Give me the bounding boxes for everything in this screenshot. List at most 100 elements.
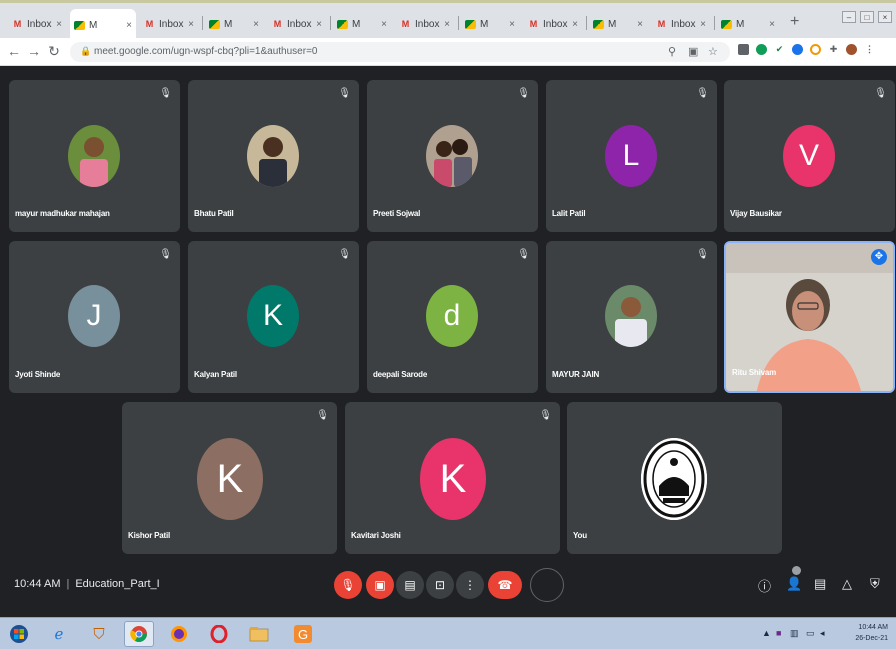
participant-avatar: d (426, 285, 478, 347)
browser-tab-active[interactable]: M × (70, 9, 136, 41)
opera-icon[interactable] (204, 621, 234, 647)
participant-tile[interactable]: 🎙︎ V Vijay Bausikar (724, 80, 895, 232)
pin-icon[interactable]: ✥ (871, 249, 887, 265)
back-icon[interactable]: ← (6, 43, 22, 59)
meeting-info: 10:44 AM | Education_Part_I (14, 578, 160, 590)
mic-toggle-button[interactable]: 🎙︎ (334, 571, 362, 599)
participant-tile[interactable]: 🎙︎ Preeti Sojwal (367, 80, 538, 232)
browser-tab[interactable]: M × (205, 11, 263, 37)
activities-icon[interactable]: △ (842, 576, 852, 592)
mic-muted-icon: 🎙︎ (159, 249, 172, 260)
close-tab-icon[interactable]: × (769, 19, 775, 30)
url-text[interactable]: meet.google.com/ugn-wspf-cbq?pli=1&authu… (94, 46, 317, 57)
close-window-icon[interactable]: × (878, 11, 892, 23)
svg-text:G: G (298, 627, 308, 642)
search-icon[interactable]: ⚲ (668, 45, 676, 58)
close-tab-icon[interactable]: × (316, 19, 322, 30)
extension-icon[interactable] (810, 44, 821, 55)
address-bar-row: ← → ↻ 🔒 meet.google.com/ugn-wspf-cbq?pli… (0, 38, 896, 66)
mic-muted-icon: 🎙︎ (338, 88, 351, 99)
participant-tile[interactable]: 🎙︎ J Jyoti Shinde (9, 241, 180, 393)
extension-icon[interactable] (756, 44, 767, 55)
browser-tab[interactable]: M × (589, 11, 647, 37)
leave-call-button[interactable]: ☎ (488, 571, 522, 599)
lock-icon[interactable]: 🔒 (80, 46, 91, 57)
gmail-icon: M (657, 19, 666, 29)
info-icon[interactable]: ⓘ (758, 576, 771, 595)
camera-toggle-button[interactable]: ▣ (366, 571, 394, 599)
tray-expand-icon[interactable]: ▲ (762, 628, 771, 638)
participant-name: deepali Sarode (373, 370, 428, 379)
participant-tile[interactable]: 🎙︎ MAYUR JAIN (546, 241, 717, 393)
reload-icon[interactable]: ↻ (46, 43, 62, 60)
close-tab-icon[interactable]: × (509, 19, 515, 30)
tray-app-icon[interactable]: ■ (776, 628, 781, 638)
cast-icon[interactable]: ▣ (688, 45, 698, 58)
close-tab-icon[interactable]: × (444, 19, 450, 30)
internet-explorer-icon[interactable]: ℯ (44, 621, 74, 647)
participant-tile[interactable]: 🎙︎ d deepali Sarode (367, 241, 538, 393)
participant-tile[interactable]: 🎙︎ L Lalit Patil (546, 80, 717, 232)
menu-dots-icon[interactable]: ⋮ (864, 44, 875, 55)
browser-tab[interactable]: M × (333, 11, 391, 37)
participant-video-tile[interactable]: ✥ Ritu Shivam (724, 241, 895, 393)
omnibox[interactable]: 🔒 meet.google.com/ugn-wspf-cbq?pli=1&aut… (70, 42, 730, 62)
close-tab-icon[interactable]: × (188, 19, 194, 30)
participant-tile[interactable]: 🎙︎ K Kavitari Joshi (345, 402, 560, 554)
participant-name: MAYUR JAIN (552, 370, 600, 379)
present-button[interactable]: ⊡ (426, 571, 454, 599)
chat-icon[interactable]: ▤ (814, 576, 826, 592)
close-tab-icon[interactable]: × (253, 19, 259, 30)
app-icon[interactable]: G (288, 621, 318, 647)
browser-tab[interactable]: M Inbox × (396, 11, 454, 37)
system-clock[interactable]: 10:44 AM 26-Dec-21 (855, 622, 888, 644)
host-controls-icon[interactable]: ⛨ (870, 576, 880, 592)
start-button[interactable] (4, 621, 34, 647)
close-tab-icon[interactable]: × (637, 19, 643, 30)
security-shield-icon[interactable]: ⛉ (84, 621, 114, 647)
puzzle-icon[interactable]: ✚ (828, 44, 839, 55)
browser-tab[interactable]: M Inbox × (652, 11, 710, 37)
chrome-icon[interactable] (124, 621, 154, 647)
browser-tab[interactable]: M × (461, 11, 519, 37)
mic-muted-icon: 🎙︎ (316, 410, 329, 421)
close-tab-icon[interactable]: × (126, 20, 132, 31)
battery-icon[interactable]: ▭ (806, 628, 815, 639)
extension-icon[interactable] (738, 44, 749, 55)
browser-tab[interactable]: M × (717, 11, 779, 37)
participant-tile[interactable]: 🎙︎ mayur madhukar mahajan (9, 80, 180, 232)
browser-tab[interactable]: M Inbox × (140, 11, 198, 37)
close-tab-icon[interactable]: × (572, 19, 578, 30)
new-tab-button[interactable]: + (790, 13, 799, 31)
more-options-button[interactable]: ⋮ (456, 571, 484, 599)
mic-muted-icon: 🎙︎ (338, 249, 351, 260)
close-tab-icon[interactable]: × (381, 19, 387, 30)
people-icon[interactable]: 👤 (786, 576, 802, 592)
captions-button[interactable]: ▤ (396, 571, 424, 599)
meet-icon (593, 19, 604, 29)
checkmark-extension-icon[interactable]: ✔ (774, 44, 785, 55)
participant-name: Ritu Shivam (732, 368, 777, 377)
participant-tile-self[interactable]: You (567, 402, 782, 554)
network-icon[interactable]: ▥ (790, 628, 799, 639)
close-tab-icon[interactable]: × (700, 19, 706, 30)
minimize-icon[interactable]: – (842, 11, 856, 23)
participant-tile[interactable]: 🎙︎ K Kalyan Patil (188, 241, 359, 393)
cursor-overlay (530, 568, 564, 602)
maximize-icon[interactable]: □ (860, 11, 874, 23)
browser-tab[interactable]: M Inbox × (268, 11, 326, 37)
browser-tab[interactable]: M Inbox × (8, 11, 66, 37)
file-explorer-icon[interactable] (244, 621, 274, 647)
volume-icon[interactable]: ◂ (820, 628, 825, 639)
participant-name: mayur madhukar mahajan (15, 209, 110, 218)
participant-tile[interactable]: 🎙︎ Bhatu Patil (188, 80, 359, 232)
close-tab-icon[interactable]: × (56, 19, 62, 30)
extension-icon[interactable] (792, 44, 803, 55)
browser-tab[interactable]: M Inbox × (524, 11, 582, 37)
forward-icon[interactable]: → (26, 43, 42, 59)
bookmark-star-icon[interactable]: ☆ (708, 45, 718, 58)
mic-muted-icon: 🎙︎ (159, 88, 172, 99)
firefox-icon[interactable] (164, 621, 194, 647)
profile-avatar[interactable] (846, 44, 857, 55)
participant-tile[interactable]: 🎙︎ K Kishor Patil (122, 402, 337, 554)
